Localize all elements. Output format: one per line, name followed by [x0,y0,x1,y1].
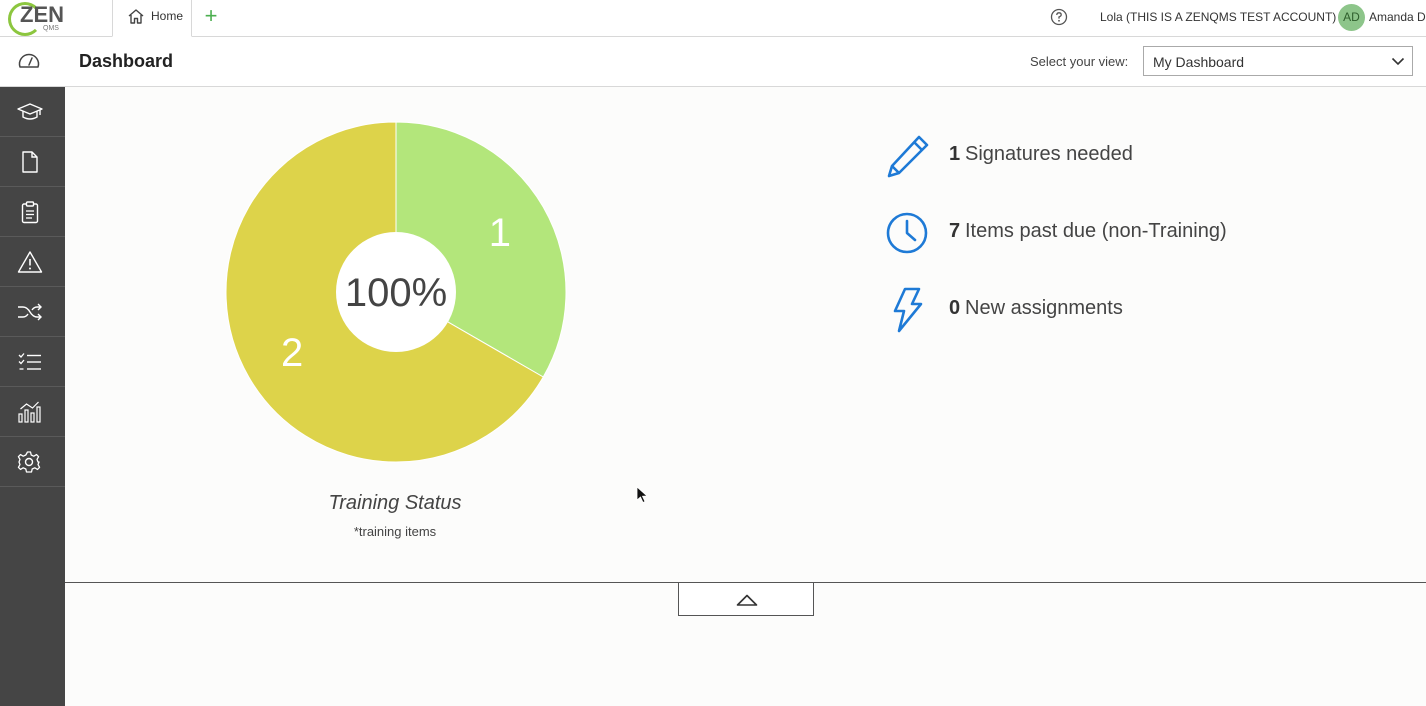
stat-label: Items past due (non-Training) [965,220,1227,242]
page-header: Dashboard Select your view: My Dashboard [0,37,1426,87]
stat-items-past-due[interactable]: 7 Items past due (non-Training) [885,210,1305,260]
sidebar-item-reports[interactable] [0,387,65,437]
page-title: Dashboard [79,51,174,71]
view-select-value: My Dashboard [1153,54,1245,70]
donut-slice-label: 1 [489,211,511,255]
stat-signatures-needed[interactable]: 1 Signatures needed [885,133,1305,183]
home-icon [128,9,144,24]
graduation-cap-icon [17,103,43,120]
tab-home[interactable]: Home [112,0,192,37]
shuffle-icon [18,303,42,321]
chevron-up-icon [736,594,758,606]
logo-subtext: QMS [43,25,59,32]
dashboard-gauge-icon [18,53,40,68]
stat-label: Signatures needed [965,143,1133,165]
gear-icon [17,451,41,473]
stat-count: 7 [949,220,961,242]
help-icon[interactable] [1050,8,1068,26]
sidebar-item-settings[interactable] [0,437,65,487]
sidebar-item-audits[interactable] [0,187,65,237]
stat-label: New assignments [965,297,1123,319]
chart-subtitle: *training items [353,524,437,539]
clock-icon [886,212,928,254]
avatar[interactable]: AD [1338,4,1365,31]
top-bar: ZEN QMS Home + Lola (THIS IS A ZENQMS TE… [0,0,1426,37]
user-name[interactable]: Amanda D [1369,10,1426,24]
lightning-icon [893,287,923,333]
chevron-down-icon [1391,57,1405,66]
sidebar-item-changes[interactable] [0,287,65,337]
tab-home-label: Home [151,9,184,23]
donut-slice-label: 2 [281,331,303,375]
donut-center-label: 100% [345,271,447,315]
sidebar-item-documents[interactable] [0,137,65,187]
stat-count: 1 [949,143,961,165]
sidebar-item-training[interactable] [0,87,65,137]
sidebar-item-tasks[interactable] [0,337,65,387]
account-name[interactable]: Lola (THIS IS A ZENQMS TEST ACCOUNT) [1100,10,1336,24]
add-tab-button[interactable]: + [200,5,222,28]
training-status-donut-chart[interactable]: 100% 1 2 [225,121,567,463]
zenqms-logo[interactable]: ZEN QMS [6,0,66,36]
pencil-icon [887,135,929,178]
sidebar [0,87,65,706]
stat-new-assignments[interactable]: 0 New assignments [885,287,1305,337]
dashboard-main: 100% 12 Training Status *training items … [65,87,1426,706]
clipboard-icon [21,201,39,224]
stat-count: 0 [949,297,961,319]
analytics-icon [18,401,41,423]
view-select[interactable]: My Dashboard [1143,46,1413,76]
mouse-cursor-icon [636,486,648,504]
chart-title: Training Status [328,492,462,514]
collapse-panel-button[interactable] [678,583,814,616]
document-icon [22,151,38,173]
warning-icon [17,251,43,273]
checklist-icon [18,353,41,370]
sidebar-item-issues[interactable] [0,237,65,287]
view-select-label: Select your view: [1030,54,1129,69]
